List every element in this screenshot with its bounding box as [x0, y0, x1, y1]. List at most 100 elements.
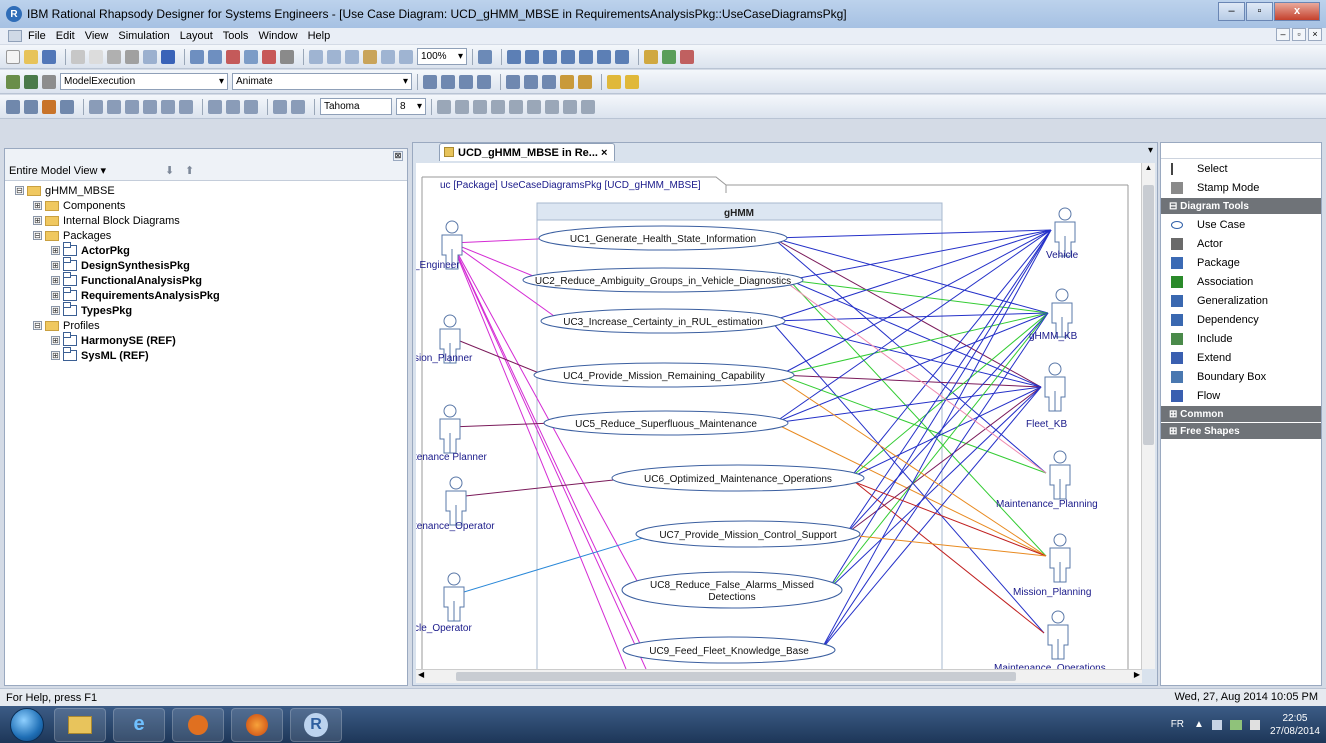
text-right-icon[interactable] — [509, 99, 523, 114]
tree-node[interactable]: ⊞ HarmonySE (REF) — [15, 332, 407, 348]
firefox-taskbar-button[interactable] — [231, 707, 283, 742]
menu-window[interactable]: Window — [258, 30, 297, 42]
add-favorite-icon[interactable] — [625, 74, 639, 89]
section-free-shapes[interactable]: ⊞ Free Shapes — [1161, 423, 1321, 439]
tool-actor[interactable]: Actor — [1161, 234, 1321, 253]
mode-select[interactable]: Animate ▾ — [232, 73, 412, 90]
rhapsody-taskbar-button[interactable]: R — [290, 707, 342, 742]
tree-node[interactable]: ⊟ Packages — [15, 228, 407, 243]
line-color-icon[interactable] — [563, 99, 577, 114]
nav-back-icon[interactable] — [560, 74, 574, 89]
align-top-icon[interactable] — [143, 99, 157, 114]
expander-icon[interactable]: ⊞ — [51, 351, 60, 360]
menu-view[interactable]: View — [85, 30, 109, 42]
browser-icon[interactable] — [244, 49, 258, 64]
layout-3-icon[interactable] — [459, 74, 473, 89]
diagram-icon[interactable] — [478, 49, 492, 64]
tab-ucd-ghmm-mbse[interactable]: UCD_gHMM_MBSE in Re... × — [439, 143, 615, 161]
expander-icon[interactable]: ⊞ — [33, 201, 42, 210]
expander-icon[interactable]: ⊞ — [51, 246, 60, 255]
panel-1-icon[interactable] — [506, 74, 520, 89]
align-bottom-icon[interactable] — [179, 99, 193, 114]
space-vertical-icon[interactable] — [291, 99, 305, 114]
panel-2-icon[interactable] — [524, 74, 538, 89]
tool-boundary-box[interactable]: Boundary Box — [1161, 367, 1321, 386]
scroll-left-icon[interactable]: ◀ — [418, 670, 424, 679]
tree-node[interactable]: ⊞ Components — [15, 198, 407, 213]
horizontal-scroll-thumb[interactable] — [456, 672, 1016, 681]
paste-icon[interactable] — [107, 49, 121, 64]
language-indicator[interactable]: FR — [1171, 719, 1184, 730]
build-icon[interactable] — [24, 74, 38, 89]
cut-icon[interactable] — [71, 49, 85, 64]
tool-include[interactable]: Include — [1161, 329, 1321, 348]
lock-icon[interactable] — [60, 99, 74, 114]
start-button[interactable] — [10, 707, 44, 742]
collaboration-icon[interactable] — [662, 49, 676, 64]
panel-3-icon[interactable] — [542, 74, 556, 89]
new-icon[interactable] — [6, 49, 20, 64]
tree-node[interactable]: ⊟ gHMM_MBSE — [15, 183, 407, 198]
component-diagram-icon[interactable] — [579, 49, 593, 64]
tool-flow[interactable]: Flow — [1161, 386, 1321, 405]
internet-explorer-taskbar-button[interactable]: e — [113, 707, 165, 742]
device-icon[interactable] — [1211, 719, 1222, 730]
maximize-button[interactable]: ▫ — [1246, 2, 1273, 21]
back-icon[interactable] — [190, 49, 204, 64]
space-horizontal-icon[interactable] — [273, 99, 287, 114]
vertical-scrollbar[interactable]: ▲ — [1141, 163, 1155, 669]
open-icon[interactable] — [24, 49, 38, 64]
align-left-icon[interactable] — [89, 99, 103, 114]
expander-icon[interactable]: ⊞ — [51, 291, 60, 300]
zoom-in-icon[interactable] — [309, 49, 323, 64]
network-icon[interactable] — [1229, 719, 1242, 730]
tool-stamp-mode[interactable]: Stamp Mode — [1161, 178, 1321, 197]
sequence-diagram-icon[interactable] — [543, 49, 557, 64]
tree-node[interactable]: ⊟ Profiles — [15, 318, 407, 333]
text-center-icon[interactable] — [491, 99, 505, 114]
tab-dropdown-icon[interactable]: ▾ — [1148, 145, 1153, 156]
snap-icon[interactable] — [24, 99, 38, 114]
expander-icon[interactable]: ⊞ — [51, 306, 60, 315]
browser-close-icon[interactable]: ⊠ — [393, 151, 403, 161]
use-case-diagram[interactable]: uc [Package] UseCaseDiagramsPkg [UCD_gHM… — [416, 163, 1142, 669]
zoom-area-icon[interactable] — [345, 49, 359, 64]
tool-select[interactable]: Select — [1161, 159, 1321, 178]
statechart-icon[interactable] — [615, 49, 629, 64]
document-icon[interactable] — [8, 30, 22, 42]
layout-1-icon[interactable] — [423, 74, 437, 89]
save-icon[interactable] — [42, 49, 56, 64]
browser-view-select[interactable]: Entire Model View ▾ — [9, 164, 106, 177]
tool-extend[interactable]: Extend — [1161, 348, 1321, 367]
same-height-icon[interactable] — [226, 99, 240, 114]
object-diagram-icon[interactable] — [525, 49, 539, 64]
bullets-icon[interactable] — [527, 99, 541, 114]
horizontal-scrollbar[interactable]: ◀ ▶ — [416, 669, 1142, 683]
close-button[interactable]: x — [1274, 2, 1320, 21]
class-diagram-icon[interactable] — [507, 49, 521, 64]
section-common[interactable]: ⊞ Common — [1161, 406, 1321, 422]
align-center-icon[interactable] — [107, 99, 121, 114]
structure-icon[interactable] — [680, 49, 694, 64]
delete-icon[interactable] — [280, 49, 294, 64]
expander-icon[interactable]: ⊟ — [15, 186, 24, 195]
locate-icon[interactable] — [226, 49, 240, 64]
tool-use-case[interactable]: Use Case — [1161, 215, 1321, 234]
tool-dependency[interactable]: Dependency — [1161, 310, 1321, 329]
same-size-icon[interactable] — [244, 99, 258, 114]
usecase-diagram-icon[interactable] — [561, 49, 575, 64]
menu-layout[interactable]: Layout — [180, 30, 213, 42]
menu-simulation[interactable]: Simulation — [118, 30, 169, 42]
align-right-icon[interactable] — [125, 99, 139, 114]
explorer-taskbar-button[interactable] — [54, 707, 106, 742]
section-diagram-tools[interactable]: ⊟ Diagram Tools — [1161, 198, 1321, 214]
menu-help[interactable]: Help — [308, 30, 331, 42]
move-down-icon[interactable]: ⬇ — [165, 164, 174, 177]
tree-node[interactable]: ⊞ SysML (REF) — [15, 347, 407, 363]
configuration-icon[interactable] — [6, 74, 20, 89]
expander-icon[interactable]: ⊟ — [33, 231, 42, 240]
stamp-icon[interactable] — [42, 99, 56, 114]
expander-icon[interactable]: ⊞ — [51, 276, 60, 285]
tree-node[interactable]: ⊞ FunctionalAnalysisPkg — [15, 272, 407, 288]
expander-icon[interactable]: ⊞ — [51, 336, 60, 345]
